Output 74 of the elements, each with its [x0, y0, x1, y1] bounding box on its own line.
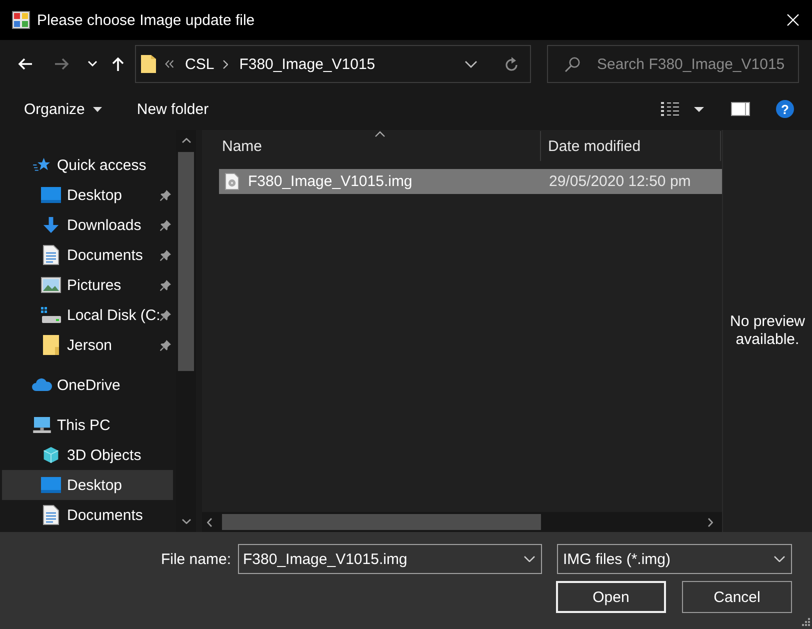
resize-grip-icon[interactable] — [802, 618, 810, 626]
chevron-down-icon — [774, 556, 785, 562]
desktop-icon — [41, 477, 61, 493]
open-button[interactable]: Open — [556, 581, 666, 613]
help-button[interactable]: ? — [776, 100, 794, 118]
double-chevron-icon[interactable] — [165, 60, 174, 68]
nav-item[interactable]: Quick access — [2, 150, 173, 180]
document-icon — [43, 245, 59, 265]
column-header[interactable]: Date modified — [541, 131, 721, 161]
computer-icon — [32, 417, 52, 433]
chevron-right-icon[interactable] — [708, 518, 713, 526]
nav-item[interactable]: Local Disk (C: — [2, 300, 173, 330]
preview-pane-icon[interactable] — [731, 102, 750, 116]
file-name-label: File name: — [160, 550, 231, 568]
file-row[interactable]: F380_Image_V1015.img 29/05/2020 12:50 pm — [219, 169, 722, 194]
column-header[interactable]: Name — [219, 131, 541, 161]
file-icon — [225, 173, 239, 190]
cube-icon — [41, 447, 61, 463]
nav-item[interactable]: Pictures — [2, 270, 173, 300]
nav-item[interactable]: Documents — [2, 500, 173, 530]
cloud-icon — [32, 377, 52, 393]
preview-message: No preview available. — [728, 313, 806, 349]
back-arrow-icon[interactable] — [18, 58, 32, 70]
caret-icon[interactable] — [694, 106, 704, 112]
search-icon — [565, 56, 580, 72]
new-folder-button[interactable]: New folder — [136, 100, 209, 118]
app-icon — [12, 11, 30, 29]
nav-item[interactable]: Desktop — [2, 470, 173, 500]
breadcrumb-item[interactable]: CSL — [185, 56, 214, 72]
chevron-up-icon[interactable] — [182, 138, 190, 143]
pin-icon[interactable] — [160, 310, 172, 320]
address-bar[interactable]: CSL F380_Image_V1015 — [135, 45, 531, 83]
cancel-button[interactable]: Cancel — [682, 581, 792, 613]
document-icon — [43, 505, 59, 525]
pin-icon[interactable] — [160, 340, 171, 350]
chevron-down-icon[interactable] — [182, 519, 190, 524]
nav-item[interactable]: OneDrive — [2, 370, 173, 400]
view-options-icon[interactable] — [661, 102, 679, 116]
search-field[interactable]: Search F380_Image_V1015 — [547, 45, 799, 83]
nav-item[interactable]: Jerson — [2, 330, 173, 360]
window-title: Please choose Image update file — [37, 12, 256, 28]
up-arrow-icon[interactable] — [112, 57, 124, 71]
pin-icon[interactable] — [160, 280, 171, 290]
chevron-right-icon[interactable] — [223, 60, 228, 68]
pin-icon[interactable] — [160, 190, 171, 200]
picture-icon — [41, 277, 61, 293]
scrollbar-thumb[interactable] — [222, 514, 541, 530]
folder-icon — [141, 55, 156, 73]
drive-icon — [41, 307, 61, 323]
nav-item[interactable]: 3D Objects — [2, 440, 173, 470]
download-arrow-icon — [41, 217, 61, 233]
star-icon — [32, 157, 52, 173]
horizontal-scrollbar[interactable] — [202, 512, 722, 532]
nav-item[interactable]: Documents — [2, 240, 173, 270]
chevron-down-icon[interactable] — [465, 60, 477, 68]
breadcrumb-item[interactable]: F380_Image_V1015 — [239, 56, 376, 72]
caret-icon — [92, 106, 102, 112]
file-type-dropdown[interactable]: IMG files (*.img) — [557, 544, 792, 574]
close-icon[interactable] — [787, 14, 799, 26]
pin-icon[interactable] — [160, 220, 171, 230]
chevron-left-icon[interactable] — [207, 518, 212, 526]
file-name: F380_Image_V1015.img — [248, 173, 412, 190]
chevron-down-icon[interactable] — [524, 556, 535, 562]
pin-icon[interactable] — [160, 250, 171, 260]
desktop-icon — [41, 187, 61, 203]
nav-item[interactable]: Desktop — [2, 180, 173, 210]
file-name-field[interactable]: F380_Image_V1015.img — [238, 544, 542, 574]
scrollbar-thumb[interactable] — [178, 152, 194, 371]
nav-item[interactable]: This PC — [2, 410, 173, 440]
refresh-icon[interactable] — [505, 57, 518, 71]
organize-menu[interactable]: Organize — [24, 100, 102, 118]
file-date: 29/05/2020 12:50 pm — [548, 173, 691, 190]
folder-icon — [43, 335, 59, 355]
nav-item[interactable]: Downloads — [2, 210, 173, 240]
